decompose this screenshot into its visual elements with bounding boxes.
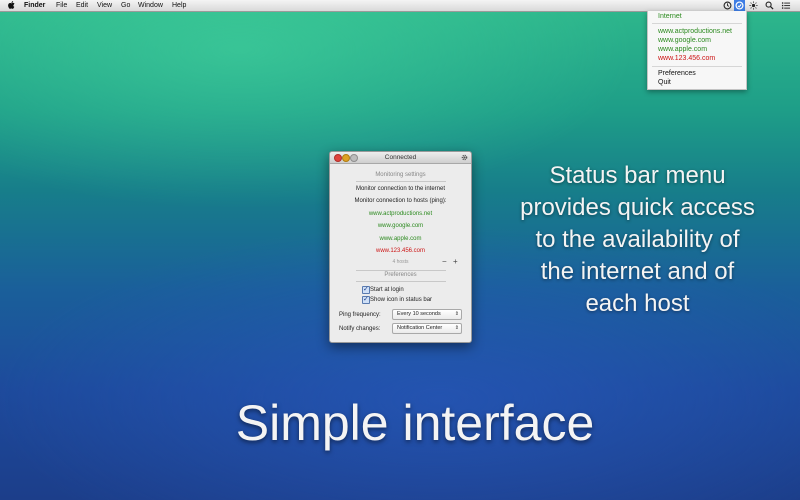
menu-host-item[interactable]: www.apple.com (658, 46, 707, 54)
search-icon[interactable] (765, 1, 774, 10)
promo-line: the internet and of (540, 258, 735, 285)
time-machine-icon[interactable] (723, 1, 732, 10)
menu-host-item[interactable]: www.123.456.com (658, 55, 715, 63)
checkmark-icon: ✓ (363, 286, 369, 293)
host-list-item[interactable]: www.apple.com (330, 236, 471, 242)
window-title: Connected (384, 154, 417, 161)
preferences-section-title: Preferences (384, 272, 417, 278)
menu-help[interactable]: Help (172, 0, 186, 11)
menu-internet-status[interactable]: Internet (658, 13, 682, 21)
menu-window[interactable]: Window (138, 0, 163, 11)
promo-line: each host (585, 290, 690, 317)
hosts-count: 4 hosts (392, 259, 409, 265)
notify-changes-label: Notify changes: (339, 326, 381, 332)
connection-status-icon[interactable] (735, 1, 744, 10)
ping-frequency-popup[interactable]: Every 10 seconds ⇕ (392, 309, 462, 320)
promo-text: Status bar menu provides quick access to… (500, 160, 775, 320)
status-menu-dropdown: Internet www.actproductions.net www.goog… (647, 11, 747, 90)
menu-view[interactable]: View (97, 0, 112, 11)
notify-changes-popup[interactable]: Notification Center ⇕ (392, 323, 462, 334)
host-list-item[interactable]: www.123.456.com (330, 248, 471, 254)
menu-separator (652, 23, 742, 24)
apple-icon[interactable] (8, 1, 15, 9)
menu-go[interactable]: Go (121, 0, 130, 11)
menu-preferences[interactable]: Preferences (658, 70, 696, 78)
monitor-internet-label: Monitor connection to the internet (355, 186, 446, 192)
remove-host-button[interactable]: − (442, 257, 447, 266)
popup-arrows-icon: ⇕ (454, 311, 459, 317)
host-list-item[interactable]: www.google.com (330, 223, 471, 229)
section-divider (356, 281, 446, 282)
gear-icon[interactable] (461, 154, 468, 161)
notify-changes-value: Notification Center (397, 325, 443, 331)
menu-app-name[interactable]: Finder (24, 0, 45, 11)
menu-separator (652, 66, 742, 67)
menu-host-item[interactable]: www.actproductions.net (658, 28, 732, 36)
preferences-window: Connected Monitoring settings Monitor co… (329, 151, 472, 343)
show-icon-checkbox[interactable]: ✓ (362, 296, 370, 304)
brightness-icon[interactable] (749, 1, 758, 10)
headline: Simple interface (235, 395, 595, 451)
menu-host-item[interactable]: www.google.com (658, 37, 711, 45)
promo-line: Status bar menu (549, 162, 726, 189)
monitoring-section-title: Monitoring settings (375, 172, 426, 178)
host-list-item[interactable]: www.actproductions.net (330, 211, 471, 217)
popup-arrows-icon: ⇕ (454, 325, 459, 331)
monitor-hosts-label: Monitor connection to hosts (ping): (354, 198, 447, 204)
add-host-button[interactable]: + (453, 257, 458, 266)
ping-frequency-label: Ping frequency: (339, 312, 381, 318)
menu-edit[interactable]: Edit (76, 0, 88, 11)
menu-quit[interactable]: Quit (658, 79, 671, 87)
promo-line: provides quick access (520, 194, 755, 221)
promo-line: to the availability of (535, 226, 740, 253)
checkmark-icon: ✓ (363, 296, 369, 303)
status-menu-highlight[interactable] (734, 0, 745, 11)
show-icon-label: Show icon in status bar (370, 297, 433, 303)
section-divider (356, 270, 446, 271)
start-at-login-checkbox[interactable]: ✓ (362, 286, 370, 294)
section-divider (356, 181, 446, 182)
notification-list-icon[interactable] (781, 1, 791, 10)
window-titlebar[interactable]: Connected (330, 152, 471, 164)
ping-frequency-value: Every 10 seconds (397, 311, 441, 317)
start-at-login-label: Start at login (370, 287, 404, 293)
menu-file[interactable]: File (56, 0, 67, 11)
